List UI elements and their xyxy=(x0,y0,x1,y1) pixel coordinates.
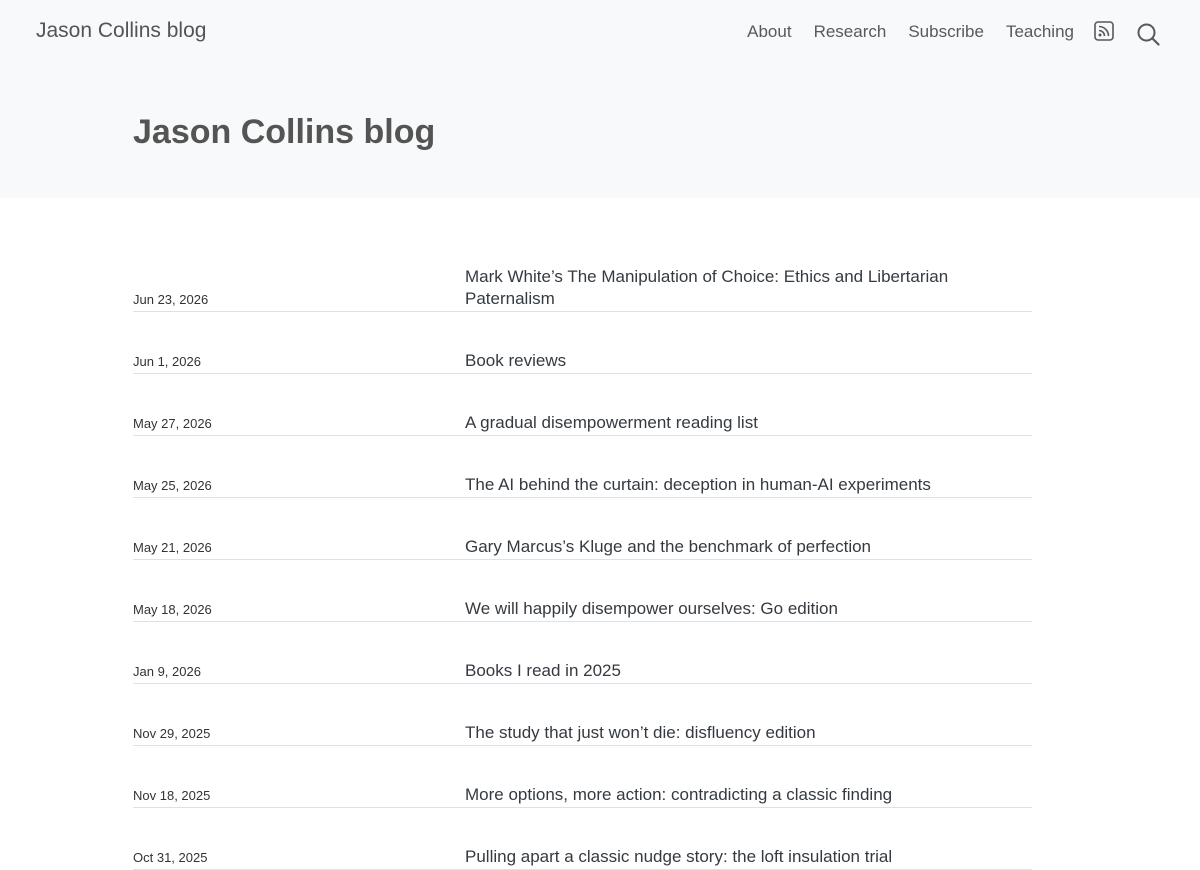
post-date: May 27, 2026 xyxy=(133,416,212,431)
post-title-link[interactable]: Mark White’s The Manipulation of Choice:… xyxy=(465,266,965,310)
list-item: May 27, 2026 A gradual disempowerment re… xyxy=(133,404,1032,436)
list-item: Jun 23, 2026 Mark White’s The Manipulati… xyxy=(133,258,1032,312)
post-title-link[interactable]: The AI behind the curtain: deception in … xyxy=(465,474,965,496)
post-title-link[interactable]: The study that just won’t die: disfluenc… xyxy=(465,722,965,744)
post-date: Oct 31, 2025 xyxy=(133,850,208,865)
list-item: Oct 31, 2025 Pulling apart a classic nud… xyxy=(133,838,1032,870)
post-title-link[interactable]: Book reviews xyxy=(465,350,965,372)
list-item: Jun 1, 2026 Book reviews xyxy=(133,342,1032,374)
list-item: May 21, 2026 Gary Marcus’s Kluge and the… xyxy=(133,528,1032,560)
post-date: May 25, 2026 xyxy=(133,478,212,493)
nav-research-link[interactable]: Research xyxy=(814,22,887,42)
post-title-link[interactable]: Books I read in 2025 xyxy=(465,660,965,682)
post-date: Nov 29, 2025 xyxy=(133,726,211,741)
post-date: Jun 1, 2026 xyxy=(133,354,201,369)
top-navbar: Jason Collins blog About Research Subscr… xyxy=(0,0,1200,66)
nav-about-link[interactable]: About xyxy=(747,22,791,42)
post-title-link[interactable]: Pulling apart a classic nudge story: the… xyxy=(465,846,965,868)
title-banner: Jason Collins blog About Research Subscr… xyxy=(0,0,1200,198)
page-title: Jason Collins blog xyxy=(133,113,436,151)
post-date: Nov 18, 2025 xyxy=(133,788,211,803)
list-item: Nov 29, 2025 The study that just won’t d… xyxy=(133,714,1032,746)
list-item: May 18, 2026 We will happily disempower … xyxy=(133,590,1032,622)
post-date: Jan 9, 2026 xyxy=(133,664,201,679)
post-date: May 18, 2026 xyxy=(133,602,212,617)
list-item: May 25, 2026 The AI behind the curtain: … xyxy=(133,466,1032,498)
post-title-link[interactable]: A gradual disempowerment reading list xyxy=(465,412,965,434)
post-title-link[interactable]: We will happily disempower ourselves: Go… xyxy=(465,598,965,620)
list-item: Nov 18, 2025 More options, more action: … xyxy=(133,776,1032,808)
nav-links: About Research Subscribe Teaching xyxy=(747,22,1074,42)
post-title-link[interactable]: More options, more action: contradicting… xyxy=(465,784,965,806)
nav-teaching-link[interactable]: Teaching xyxy=(1006,22,1074,42)
post-listing: Jun 23, 2026 Mark White’s The Manipulati… xyxy=(133,258,1032,870)
list-item: Jan 9, 2026 Books I read in 2025 xyxy=(133,652,1032,684)
search-icon[interactable] xyxy=(1136,22,1160,46)
post-date: May 21, 2026 xyxy=(133,540,212,555)
nav-subscribe-link[interactable]: Subscribe xyxy=(908,22,984,42)
post-title-link[interactable]: Gary Marcus’s Kluge and the benchmark of… xyxy=(465,536,965,558)
rss-icon[interactable] xyxy=(1094,21,1114,41)
post-date: Jun 23, 2026 xyxy=(133,292,209,307)
site-brand-link[interactable]: Jason Collins blog xyxy=(36,19,206,43)
